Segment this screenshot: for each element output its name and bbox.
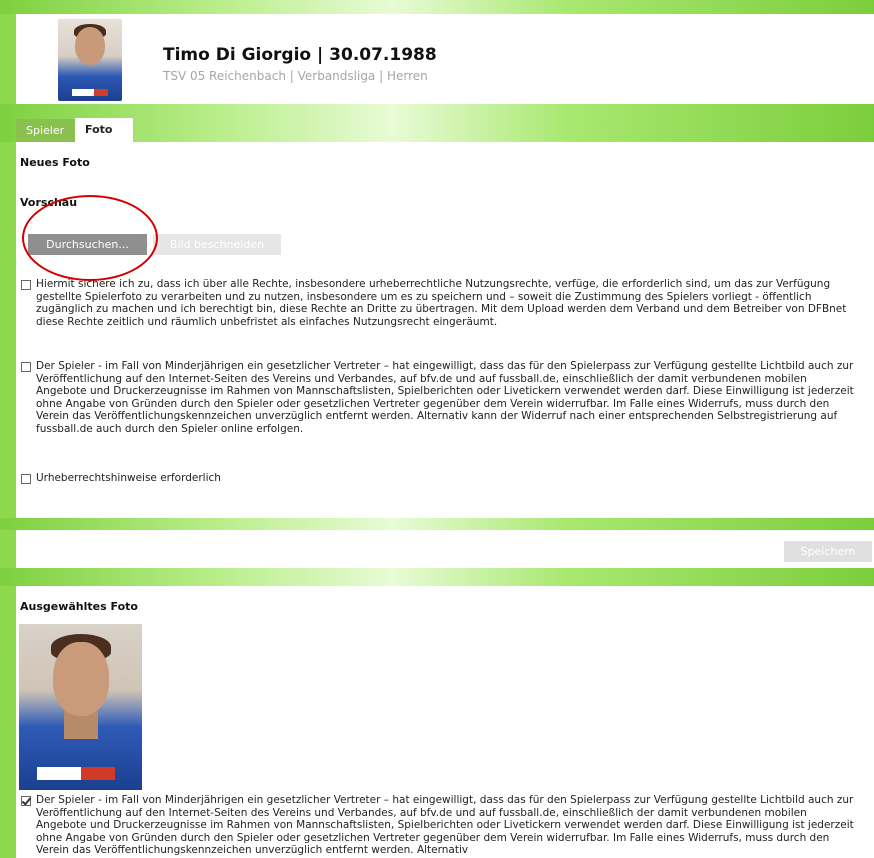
selected-photo-panel: Ausgewähltes Foto Der Spieler - im Fall … (16, 586, 874, 858)
player-name: Timo Di Giorgio | 30.07.1988 (163, 45, 437, 65)
highlight-circle (22, 195, 158, 281)
background-band-top (0, 0, 874, 14)
copyright-notice-text: Urheberrechtshinweise erforderlich (36, 472, 221, 484)
player-avatar (58, 19, 122, 101)
copyright-notice-checkbox[interactable] (21, 474, 31, 484)
player-header: Timo Di Giorgio | 30.07.1988 TSV 05 Reic… (16, 14, 874, 104)
player-club-info: TSV 05 Reichenbach | Verbandsliga | Herr… (163, 69, 428, 83)
background-band-lower (0, 568, 874, 586)
photo-sponsor-logo (37, 767, 115, 780)
selected-publication-consent-checkbox[interactable] (21, 796, 31, 806)
photo-upload-panel: Neues Foto Vorschau Durchsuchen... Bild … (16, 142, 874, 518)
background-band-mid (0, 518, 874, 530)
tab-spieler[interactable]: Spieler (16, 119, 75, 142)
publication-consent-text: Der Spieler - im Fall von Minderjährigen… (36, 360, 854, 435)
selected-publication-consent-text: Der Spieler - im Fall von Minderjährigen… (36, 794, 854, 856)
crop-image-button[interactable]: Bild beschneiden (153, 234, 281, 255)
selected-photo-heading: Ausgewähltes Foto (20, 600, 138, 613)
selected-photo (19, 624, 142, 790)
rights-consent-text: Hiermit sichere ich zu, dass ich über al… (36, 278, 847, 328)
new-photo-heading: Neues Foto (20, 156, 90, 169)
tab-foto[interactable]: Foto (75, 118, 133, 142)
publication-consent-checkbox[interactable] (21, 362, 31, 372)
save-button[interactable]: Speichern (784, 541, 872, 562)
save-bar: Speichern (16, 530, 874, 568)
rights-consent-checkbox[interactable] (21, 280, 31, 290)
